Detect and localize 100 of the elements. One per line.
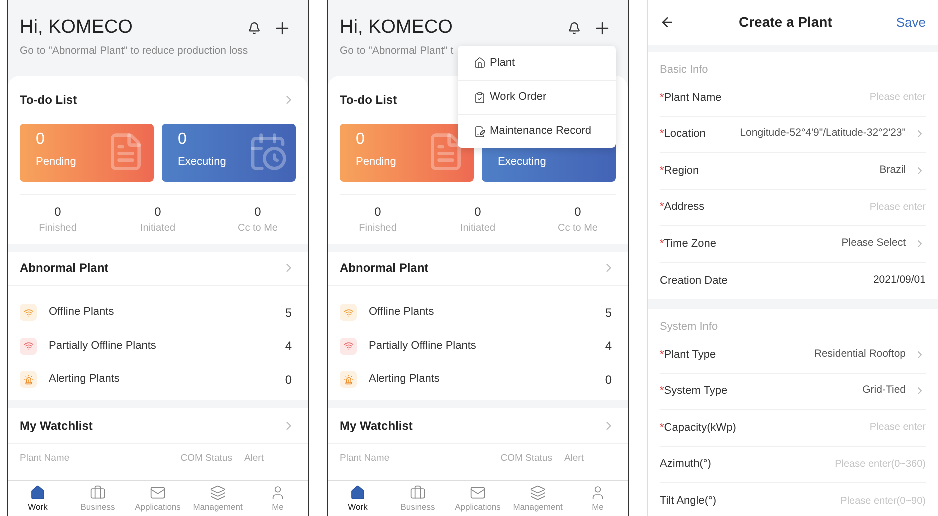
greeting: Hi, KOMECO	[340, 16, 453, 40]
row-count: 5	[285, 304, 293, 322]
person-icon	[590, 484, 606, 500]
briefcase-icon	[90, 484, 106, 500]
required-mark: *	[660, 236, 664, 252]
tile-label: Pending	[356, 154, 398, 170]
bell-icon[interactable]	[568, 22, 581, 34]
menu-label: Work Order	[490, 90, 547, 106]
layers-icon	[530, 484, 546, 500]
wifi-icon	[340, 304, 357, 321]
house-icon	[350, 484, 366, 500]
field-label: Location	[664, 127, 706, 142]
field-value: 2021/09/01	[872, 272, 926, 288]
stat-label: Initiated	[140, 222, 176, 236]
house-icon	[474, 57, 486, 69]
person-icon	[270, 484, 286, 500]
menu-item[interactable]: Work Order	[458, 80, 616, 114]
row-count: 4	[605, 338, 613, 355]
input-field[interactable]: Please enter	[730, 90, 926, 106]
section-label: System Info	[660, 320, 718, 334]
row-label[interactable]: Offline Plants	[49, 304, 286, 321]
required-mark: *	[660, 90, 664, 106]
field-label: Capacity(kWp)	[664, 420, 736, 436]
menu-item[interactable]: Plant	[458, 46, 616, 80]
row-label[interactable]: Alerting Plants	[49, 371, 286, 388]
row-count: 0	[285, 372, 293, 388]
field-value[interactable]: Grid-Tied	[736, 383, 906, 400]
required-mark: *	[660, 384, 664, 399]
wifi-icon	[20, 338, 37, 354]
column-header: Plant Name	[20, 452, 71, 466]
menu-item[interactable]: Maintenance Record	[458, 114, 616, 148]
tile-label: Executing	[498, 154, 548, 170]
field-label: Address	[664, 200, 705, 215]
row-count: 0	[605, 372, 613, 388]
required-mark: *	[660, 348, 664, 362]
tile-count: 0	[178, 130, 188, 150]
menu-label: Plant	[490, 56, 516, 71]
tab[interactable]: Work	[8, 481, 68, 516]
stat-label: Initiated	[460, 222, 496, 236]
briefcase-icon	[410, 484, 426, 500]
stat-count: 0	[474, 204, 482, 221]
siren-icon	[340, 371, 357, 388]
section-title: Abnormal Plant	[20, 260, 109, 278]
field-label: Region	[664, 164, 700, 178]
field-value[interactable]: Residential Rooftop	[724, 346, 906, 363]
row-label[interactable]: Offline Plants	[369, 304, 606, 321]
save-button[interactable]: Save	[896, 12, 926, 32]
stat-count: 0	[574, 204, 582, 221]
tile-label: Pending	[36, 154, 78, 170]
row-label[interactable]: Partially Offline Plants	[369, 338, 606, 354]
required-mark: *	[660, 420, 664, 436]
input-field[interactable]: Please enter	[744, 420, 926, 436]
section-title: My Watchlist	[20, 418, 93, 435]
menu-label: Maintenance Record	[490, 124, 592, 140]
field-label: Plant Name	[664, 90, 722, 106]
tile-label: Executing	[178, 154, 228, 170]
column-header: Alert	[244, 452, 264, 466]
field-label: Plant Type	[664, 348, 716, 362]
required-mark: *	[660, 127, 664, 142]
field-value[interactable]: Please Select	[724, 236, 906, 252]
stat-label: Cc to Me	[558, 222, 598, 236]
field-label: System Type	[664, 384, 728, 399]
input-field[interactable]: Please enter	[712, 200, 926, 215]
greeting: Hi, KOMECO	[20, 16, 133, 40]
back-icon[interactable]	[660, 15, 675, 30]
layers-icon	[210, 484, 226, 500]
section-title: To-do List	[20, 92, 78, 109]
stat-count: 0	[374, 204, 382, 221]
page-title: Create a Plant	[738, 13, 832, 32]
column-header: Alert	[564, 452, 584, 466]
stat-count: 0	[154, 204, 162, 221]
stat-label: Finished	[39, 222, 77, 236]
required-mark: *	[660, 200, 664, 215]
field-label: Creation Date	[660, 274, 728, 288]
stat-label: Finished	[359, 222, 397, 236]
field-label: Azimuth(°)	[660, 457, 712, 472]
section-title: My Watchlist	[340, 418, 413, 435]
section-label: Basic Info	[660, 62, 708, 78]
row-label[interactable]: Partially Offline Plants	[49, 338, 286, 354]
clipboard-icon	[474, 92, 486, 104]
bell-icon[interactable]	[248, 22, 261, 34]
input-field[interactable]: Please enter(0~360)	[719, 456, 926, 472]
field-value[interactable]: Brazil	[707, 162, 906, 179]
input-field[interactable]: Please enter(0~90)	[724, 494, 926, 509]
executing-tile[interactable]: 0 Executing	[162, 124, 296, 182]
row-label[interactable]: Alerting Plants	[369, 371, 606, 388]
column-header: Plant Name	[340, 452, 391, 466]
section-title: To-do List	[340, 92, 398, 109]
stat-label: Cc to Me	[238, 222, 278, 236]
column-header: COM Status	[500, 452, 552, 466]
field-label: Time Zone	[664, 236, 716, 252]
tile-count: 0	[36, 130, 46, 150]
row-count: 4	[285, 338, 293, 355]
tile-count: 0	[356, 130, 366, 150]
wifi-icon	[340, 338, 357, 354]
row-count: 5	[605, 304, 613, 322]
siren-icon	[20, 371, 37, 388]
field-value[interactable]: Longitude-52°4'9"/Latitude-32°2'23"	[714, 126, 906, 142]
envelope-icon	[470, 484, 486, 500]
tab[interactable]: Work	[328, 481, 388, 516]
